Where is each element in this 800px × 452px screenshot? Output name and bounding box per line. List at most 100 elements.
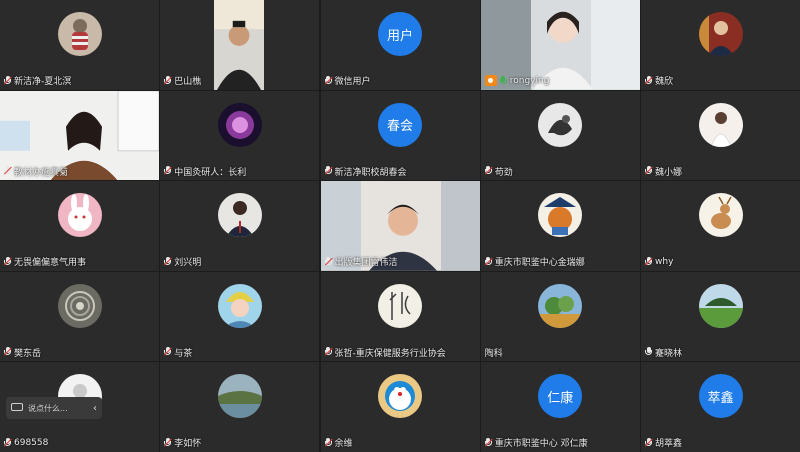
participant-label: 蹇晓林 (645, 345, 682, 359)
participant-label: 重庆市职鉴中心金瑞娜 (484, 255, 585, 269)
participant-avatar (57, 12, 102, 57)
participant-label: 李如怀 (164, 436, 201, 450)
participant-tile[interactable]: 用户微信用户 (320, 0, 480, 90)
chevron-left-icon[interactable]: ‹ (93, 403, 97, 414)
participant-tile[interactable]: 张哲-重庆保健服务行业协会 (320, 271, 480, 362)
participant-tile[interactable]: 教材办施真菊 (0, 90, 159, 181)
participant-name: why (655, 256, 674, 267)
participant-tile[interactable]: 春会新洁净职校胡春会 (320, 90, 480, 181)
participant-tile[interactable]: 萃鑫胡萃鑫 (641, 362, 800, 452)
participant-name: rongying (509, 75, 550, 86)
chat-input-bar[interactable]: 说点什么... ‹ (6, 397, 102, 419)
participant-name: 重庆市职鉴中心金瑞娜 (494, 258, 585, 269)
mic-muted-icon (644, 166, 654, 176)
participant-tile[interactable]: 刘兴明 (160, 181, 320, 271)
participant-avatar (378, 374, 422, 419)
participant-label: 与茶 (164, 345, 192, 359)
host-badge-icon (484, 75, 497, 87)
participant-name: 教材办施真菊 (14, 167, 69, 178)
chat-icon (11, 403, 23, 413)
participant-tile[interactable]: 出版集团雷伟洁 (320, 181, 480, 271)
mic-muted-icon (3, 256, 13, 267)
participant-avatar: 用户 (378, 12, 422, 57)
mic-muted-icon (3, 166, 13, 176)
participant-name: 陶科 (484, 348, 503, 359)
participant-label: 魏小娜 (644, 164, 683, 178)
participant-name: 魏小娜 (655, 167, 683, 178)
participant-label: why (644, 255, 674, 269)
video-grid: 新洁净-夏北溟 巴山樵 用户微信用户 rongying 魏欣教材办施真菊 中国灸研人：长利… (0, 0, 800, 452)
participant-avatar: 春会 (378, 102, 422, 147)
mic-muted-icon (324, 75, 333, 86)
participant-label: 出版集团雷伟洁 (324, 255, 398, 269)
mic-muted-icon (164, 75, 173, 86)
participant-tile[interactable]: why (641, 181, 800, 271)
participant-tile[interactable]: 巴山樵 (160, 0, 320, 90)
participant-avatar (217, 374, 262, 419)
participant-name: 698558 (14, 437, 49, 448)
participant-tile[interactable]: 仁康重庆市职鉴中心 邓仁康 (480, 362, 640, 452)
participant-label: 张哲-重庆保健服务行业协会 (324, 345, 446, 359)
participant-tile[interactable]: 重庆市职鉴中心金瑞娜 (480, 181, 640, 271)
participant-label: 重庆市职鉴中心 邓仁康 (484, 436, 588, 450)
participant-name: 胡萃鑫 (655, 439, 683, 450)
participant-name: 中国灸研人：长利 (174, 167, 247, 178)
participant-tile[interactable]: 陶科 (480, 271, 640, 362)
participant-avatar: 仁康 (538, 374, 583, 419)
participant-tile[interactable]: rongying (480, 0, 640, 90)
participant-name: 重庆市职鉴中心 邓仁康 (494, 439, 588, 450)
participant-tile[interactable]: 余维 (320, 362, 480, 452)
mic-muted-icon (644, 256, 654, 267)
participant-label: 微信用户 (324, 74, 371, 88)
participant-name: 蹇晓林 (655, 348, 683, 359)
participant-label: 新洁净职校胡春会 (324, 164, 407, 178)
mic-muted-icon (324, 166, 333, 176)
participant-tile[interactable]: 蹇晓林 (641, 271, 800, 362)
mic-muted-icon (3, 75, 13, 86)
participant-label: 陶科 (485, 345, 503, 359)
participant-label: 魏欣 (644, 74, 673, 88)
participant-avatar (538, 193, 583, 238)
mic-icon (645, 347, 652, 357)
participant-label: 刘兴明 (164, 255, 201, 269)
mic-muted-icon (3, 437, 13, 448)
mic-muted-icon (164, 166, 173, 176)
participant-label: 余维 (324, 436, 353, 450)
participant-name: 刘兴明 (174, 258, 202, 269)
participant-name: 微信用户 (334, 77, 371, 88)
mic-muted-icon (484, 166, 493, 176)
mic-muted-icon (484, 256, 493, 267)
participant-tile[interactable]: 李如怀 (160, 362, 320, 452)
participant-tile[interactable]: 与茶 (160, 271, 320, 362)
participant-name: 余维 (334, 439, 353, 450)
mic-muted-icon (3, 347, 13, 357)
participant-tile[interactable]: 新洁净-夏北溟 (0, 0, 159, 90)
participant-tile[interactable]: 无畏偏偏意气用事 (0, 181, 159, 271)
participant-avatar (217, 102, 262, 147)
participant-avatar (538, 102, 583, 147)
participant-name: 樊东岳 (14, 348, 42, 359)
participant-tile[interactable]: 魏欣 (641, 0, 800, 90)
participant-avatar (698, 283, 743, 328)
participant-tile[interactable]: 樊东岳 (0, 271, 159, 362)
participant-label: 樊东岳 (3, 345, 42, 359)
participant-tile[interactable]: 苟劲 (480, 90, 640, 181)
mic-muted-icon (164, 347, 173, 357)
participant-name: 李如怀 (174, 439, 202, 450)
participant-label: 巴山樵 (164, 74, 201, 88)
participant-label: 698558 (3, 436, 49, 450)
mic-muted-icon (324, 256, 333, 267)
participant-avatar (698, 193, 743, 238)
participant-label: 胡萃鑫 (644, 436, 683, 450)
participant-avatar: 萃鑫 (698, 374, 743, 419)
participant-name: 出版集团雷伟洁 (334, 258, 398, 269)
participant-tile[interactable]: 魏小娜 (641, 90, 800, 181)
participant-tile[interactable]: 中国灸研人：长利 (160, 90, 320, 181)
participant-name: 新洁净职校胡春会 (334, 167, 407, 178)
participant-name: 无畏偏偏意气用事 (14, 258, 87, 269)
participant-avatar (217, 193, 262, 238)
participant-name: 张哲-重庆保健服务行业协会 (334, 348, 446, 359)
participant-label: 苟劲 (484, 164, 513, 178)
mic-muted-icon (324, 347, 333, 357)
participant-avatar (698, 12, 743, 57)
